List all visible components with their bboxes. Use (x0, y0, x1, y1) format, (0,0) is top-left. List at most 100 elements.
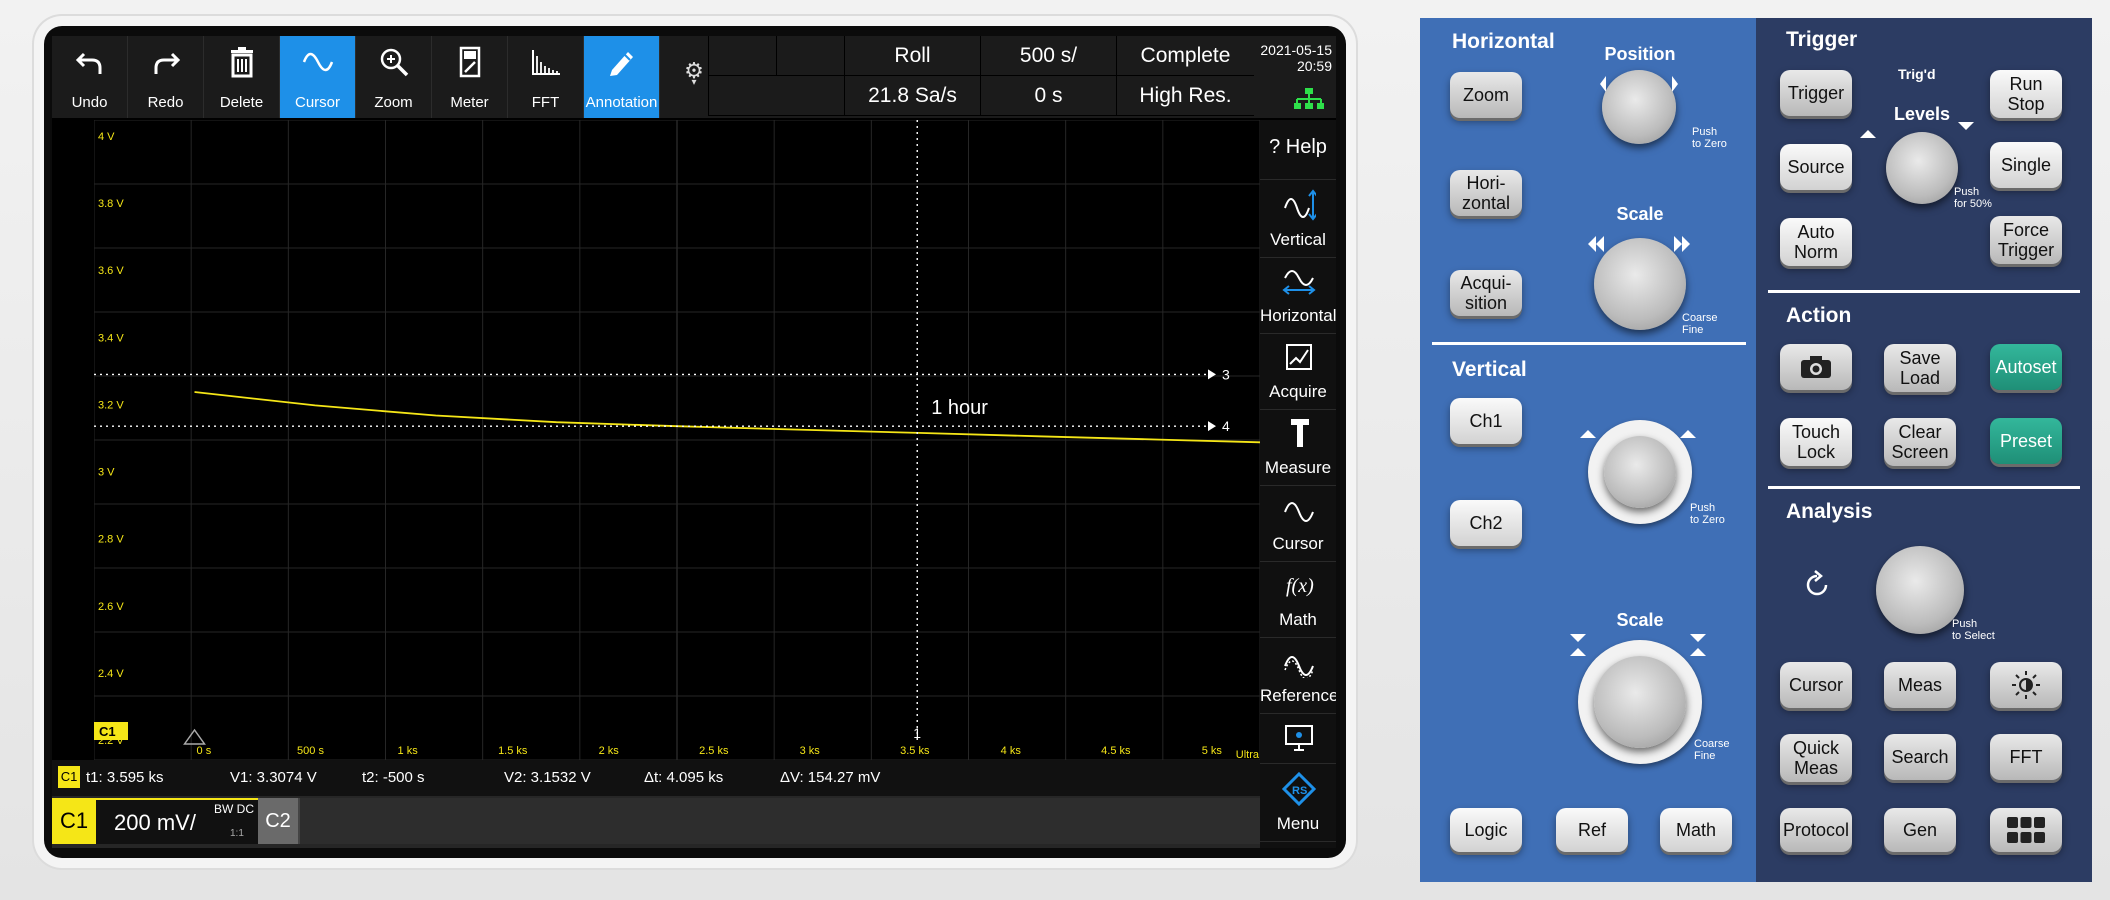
search-key[interactable]: Search (1884, 734, 1956, 780)
menu-menu[interactable]: RS Menu (1260, 766, 1336, 842)
svg-text:RS: RS (1292, 785, 1307, 797)
y-tick-label: 2.6 V (98, 601, 124, 613)
horizontal-scale-knob[interactable] (1594, 238, 1686, 330)
ch1-tab[interactable]: C1 (52, 798, 96, 844)
apps-key[interactable] (1990, 808, 2062, 852)
ch2-tab[interactable]: C2 (258, 798, 298, 844)
protocol-key[interactable]: Protocol (1780, 808, 1852, 852)
horizontal-section-title: Horizontal (1452, 30, 1555, 53)
display-settings-button[interactable] (1260, 714, 1336, 764)
cursor-tool-button[interactable]: Cursor (280, 36, 356, 118)
clear-screen-key[interactable]: Clear Screen (1884, 418, 1956, 466)
autoset-key[interactable]: Autoset (1990, 344, 2062, 390)
cursor-source-badge[interactable]: C1 (58, 766, 80, 788)
ch1-key[interactable]: Ch1 (1450, 398, 1522, 444)
channel-bar-empty (298, 798, 1260, 844)
undo-button[interactable]: Undo (52, 36, 128, 118)
zoom-tool-button[interactable]: Zoom (356, 36, 432, 118)
save-load-key[interactable]: Save Load (1884, 344, 1956, 392)
section-divider (1768, 486, 2080, 489)
force-trigger-key[interactable]: Force Trigger (1990, 216, 2062, 264)
menu-label: Math (1279, 610, 1317, 629)
annotation-text[interactable]: 1 hour (931, 397, 988, 419)
cursor-4-arrow (1208, 421, 1216, 432)
tool-label: Cursor (294, 94, 340, 111)
channel-1-trace[interactable] (194, 391, 1261, 444)
menu-measure[interactable]: Measure (1260, 410, 1336, 486)
ch1-scale-box[interactable]: 200 mV/ BW DC 1:1 (96, 798, 268, 844)
vertical-icon (1284, 189, 1316, 221)
ref-key[interactable]: Ref (1556, 808, 1628, 852)
zoom-key[interactable]: Zoom (1450, 72, 1522, 118)
ch2-key[interactable]: Ch2 (1450, 500, 1522, 546)
toolbar-settings-button[interactable]: ⚙ ▾ (680, 36, 708, 118)
menu-math[interactable]: f(x) Math (1260, 562, 1336, 638)
gen-key[interactable]: Gen (1884, 808, 1956, 852)
menu-cursor[interactable]: Cursor (1260, 486, 1336, 562)
menu-help[interactable]: ? Help (1260, 120, 1336, 180)
menu-references[interactable]: References (1260, 638, 1336, 714)
cursor-key[interactable]: Cursor (1780, 662, 1852, 708)
tool-label: Zoom (374, 94, 413, 111)
single-key[interactable]: Single (1990, 142, 2062, 188)
ch1-offset-label: C1 (99, 724, 116, 739)
acquisition-key[interactable]: Acqui- sition (1450, 270, 1522, 316)
redo-button[interactable]: Redo (128, 36, 204, 118)
toolbar: Undo Redo Delete Cursor Zoom Meter FFT A… (52, 36, 1336, 118)
vertical-scale-knob[interactable] (1594, 656, 1686, 748)
trigger-status[interactable]: Complete (1116, 36, 1254, 76)
cursor-dt: Δt: 4.095 ks (644, 769, 724, 786)
preset-key[interactable]: Preset (1990, 418, 2062, 464)
trigger-position-marker[interactable] (183, 728, 206, 745)
grid-lines (94, 120, 1260, 760)
rotate-back-button[interactable] (1800, 568, 1834, 602)
acq-mode[interactable]: Roll (844, 36, 980, 76)
meter-tool-button[interactable]: Meter (432, 36, 508, 118)
trigger-level-knob[interactable] (1886, 132, 1958, 204)
fft-key[interactable]: FFT (1990, 734, 2062, 780)
rs-logo-icon: RS (1282, 772, 1316, 806)
ch1-bandwidth: BW DC (214, 802, 254, 816)
math-key[interactable]: Math (1660, 808, 1732, 852)
x-tick-label: 1.5 ks (498, 745, 528, 757)
meas-key[interactable]: Meas (1884, 662, 1956, 708)
cursor-dv: ΔV: 154.27 mV (780, 769, 881, 786)
quick-meas-key[interactable]: Quick Meas (1780, 734, 1852, 782)
menu-label: ? Help (1269, 136, 1327, 158)
timebase[interactable]: 500 s/ (980, 36, 1116, 76)
menu-label: Cursor (1272, 534, 1324, 553)
horizontal-position-knob[interactable] (1602, 70, 1676, 144)
brightness-key[interactable] (1990, 662, 2062, 708)
auto-norm-key[interactable]: Auto Norm (1780, 218, 1852, 266)
waveform-display[interactable]: 4 V 3.8 V 3.6 V 3.4 V 3.2 V 3 V 2.8 V 2.6 V 2.4 … (94, 120, 1260, 760)
tool-label: Delete (219, 94, 264, 111)
analysis-select-knob[interactable] (1876, 546, 1964, 634)
menu-label: Acquire (1269, 382, 1327, 401)
redo-icon (154, 52, 181, 74)
trigger-key[interactable]: Trigger (1780, 70, 1852, 116)
run-stop-key[interactable]: Run Stop (1990, 70, 2062, 118)
x-tick-label: 4 ks (1001, 745, 1022, 757)
screenshot-key[interactable] (1780, 344, 1852, 390)
offset-knob-hint: Push to Zero (1690, 502, 1725, 526)
acq-resolution[interactable]: High Res. (1116, 76, 1254, 116)
cursor-4-label: 4 (1222, 418, 1230, 434)
touch-lock-key[interactable]: Touch Lock (1780, 418, 1852, 466)
meter-icon (459, 46, 481, 78)
levels-knob-title: Levels (1893, 104, 1951, 124)
x-tick-label: 3 ks (800, 745, 821, 757)
delete-button[interactable]: Delete (204, 36, 280, 118)
annotation-tool-button[interactable]: Annotation (584, 36, 660, 118)
source-key[interactable]: Source (1780, 144, 1852, 190)
menu-acquire[interactable]: Acquire (1260, 334, 1336, 410)
vertical-offset-knob[interactable] (1604, 436, 1676, 508)
logic-key[interactable]: Logic (1450, 808, 1522, 852)
ultra-label: Ultra C (1236, 749, 1260, 760)
menu-horizontal[interactable]: Horizontal (1260, 258, 1336, 334)
analysis-section-title: Analysis (1786, 500, 1873, 523)
horizontal-position[interactable]: 0 s (980, 76, 1116, 116)
fft-tool-button[interactable]: FFT (508, 36, 584, 118)
sample-rate[interactable]: 21.8 Sa/s (844, 76, 980, 116)
menu-vertical[interactable]: Vertical (1260, 182, 1336, 258)
horizontal-key[interactable]: Hori- zontal (1450, 170, 1522, 216)
